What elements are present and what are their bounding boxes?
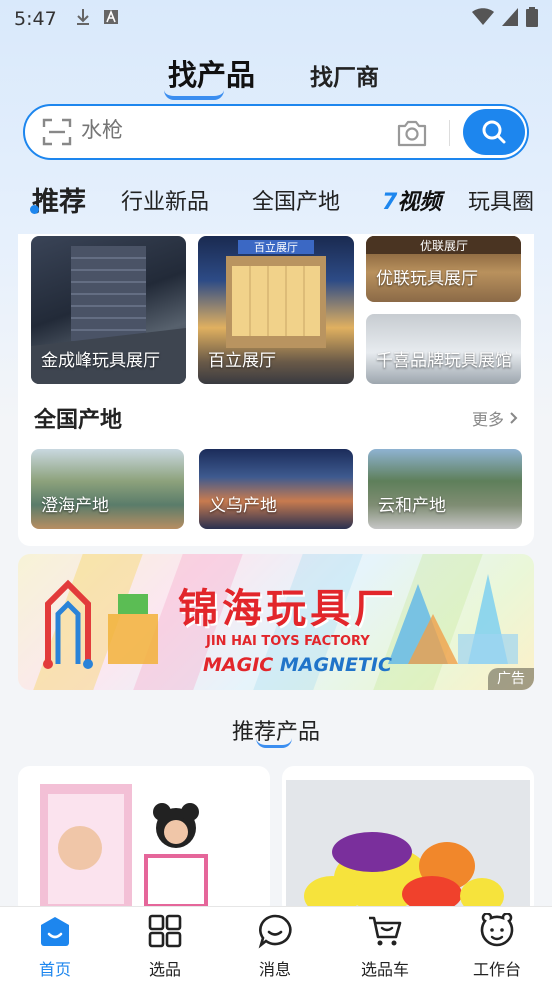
more-link[interactable]: 更多 [472, 406, 519, 430]
svg-text:百立展厅: 百立展厅 [254, 240, 298, 254]
ad-banner[interactable]: 锦海玩具厂 JIN HAI TOYS FACTORY MAGIC MAGNETI… [18, 554, 534, 690]
download-icon [75, 8, 91, 31]
tab-find-factories[interactable]: 找厂商 [310, 58, 379, 92]
nav-messages[interactable]: 消息 [230, 913, 320, 980]
tab-new-products[interactable]: 行业新品 [121, 184, 209, 216]
nav-cart-label: 选品车 [360, 960, 409, 979]
showroom-tile[interactable]: 千喜品牌玩具展馆 [366, 314, 521, 384]
search-divider [449, 120, 450, 146]
more-label: 更多 [472, 410, 505, 429]
doll-stroller-image [40, 784, 208, 916]
search-icon [482, 120, 506, 144]
tab-video[interactable]: 7视频 [382, 184, 441, 216]
magnetic-toy-image [43, 579, 158, 669]
product-card[interactable] [282, 766, 534, 916]
workbench-icon [480, 913, 514, 947]
banner-subtitle: JIN HAI TOYS FACTORY [206, 634, 370, 649]
chat-icon [258, 914, 292, 949]
signal-icon [502, 7, 518, 31]
banner-title: 锦海玩具厂 [178, 586, 398, 632]
nav-workbench-label: 工作台 [472, 960, 521, 979]
cart-icon [369, 916, 402, 946]
origin-tile[interactable]: 义乌产地 [199, 449, 353, 529]
origin-label: 义乌产地 [209, 496, 277, 516]
toy-fruit-image [286, 780, 530, 916]
camera-icon[interactable] [396, 118, 428, 148]
banner-tagline-b: MAGNETIC [279, 654, 392, 676]
showroom-label: 千喜品牌玩具展馆 [376, 351, 512, 371]
recommend-title-swoosh [256, 738, 292, 748]
active-category-dot [30, 205, 39, 214]
tab-origins[interactable]: 全国产地 [252, 184, 340, 216]
nav-home[interactable]: 首页 [10, 913, 100, 980]
nav-select-label: 选品 [148, 960, 181, 979]
nav-home-label: 首页 [38, 960, 71, 979]
origin-tile[interactable]: 云和产地 [368, 449, 522, 529]
wifi-icon [472, 7, 494, 31]
tab-find-products-label: 找产品 [168, 58, 256, 92]
search-button[interactable] [463, 109, 525, 155]
showroom-tile[interactable]: 优联展厅 优联玩具展厅 [366, 236, 521, 302]
product-card[interactable] [18, 766, 270, 916]
showroom-label: 优联玩具展厅 [376, 269, 478, 289]
nav-workbench[interactable]: 工作台 [452, 913, 542, 980]
nav-messages-label: 消息 [258, 960, 291, 979]
svg-text:优联展厅: 优联展厅 [420, 239, 468, 253]
showroom-tile[interactable]: 金成峰玩具展厅 [31, 236, 186, 384]
battery-icon [526, 6, 538, 32]
tab-video-label: 视频 [397, 190, 442, 215]
ad-badge: 广告 [488, 668, 534, 690]
origin-tile[interactable]: 澄海产地 [31, 449, 184, 529]
tab-recommend[interactable]: 推荐 [32, 180, 86, 219]
search-bar[interactable] [23, 104, 529, 160]
grid-icon [148, 914, 182, 948]
bottom-nav: 首页 选品 消息 选品车 工作台 [0, 906, 552, 983]
origin-label: 云和产地 [378, 496, 446, 516]
showroom-label: 百立展厅 [208, 351, 276, 371]
search-input[interactable] [81, 119, 381, 143]
banner-tagline: MAGIC MAGNETIC [203, 654, 392, 676]
status-bar: 5:47 [0, 0, 552, 38]
nav-cart[interactable]: 选品车 [340, 913, 430, 980]
top-tabs: 找产品 找厂商 [0, 50, 552, 100]
chevron-right-icon [510, 412, 518, 424]
category-tabs: 推荐 行业新品 全国产地 7视频 玩具圈 [0, 180, 552, 220]
home-icon [41, 917, 69, 946]
origins-title: 全国产地 [34, 408, 123, 433]
status-time: 5:47 [14, 8, 57, 30]
origin-label: 澄海产地 [41, 496, 109, 516]
showroom-tile[interactable]: 百立展厅 百立展厅 [198, 236, 354, 384]
scan-icon[interactable] [42, 118, 72, 146]
showroom-label: 金成峰玩具展厅 [41, 351, 160, 371]
banner-tagline-a: MAGIC [203, 654, 280, 676]
a-icon [103, 9, 119, 30]
tab-find-products[interactable]: 找产品 [164, 52, 256, 100]
tab-toy-circle[interactable]: 玩具圈 [468, 184, 534, 216]
nav-select[interactable]: 选品 [120, 913, 210, 980]
active-tab-indicator [164, 90, 224, 100]
